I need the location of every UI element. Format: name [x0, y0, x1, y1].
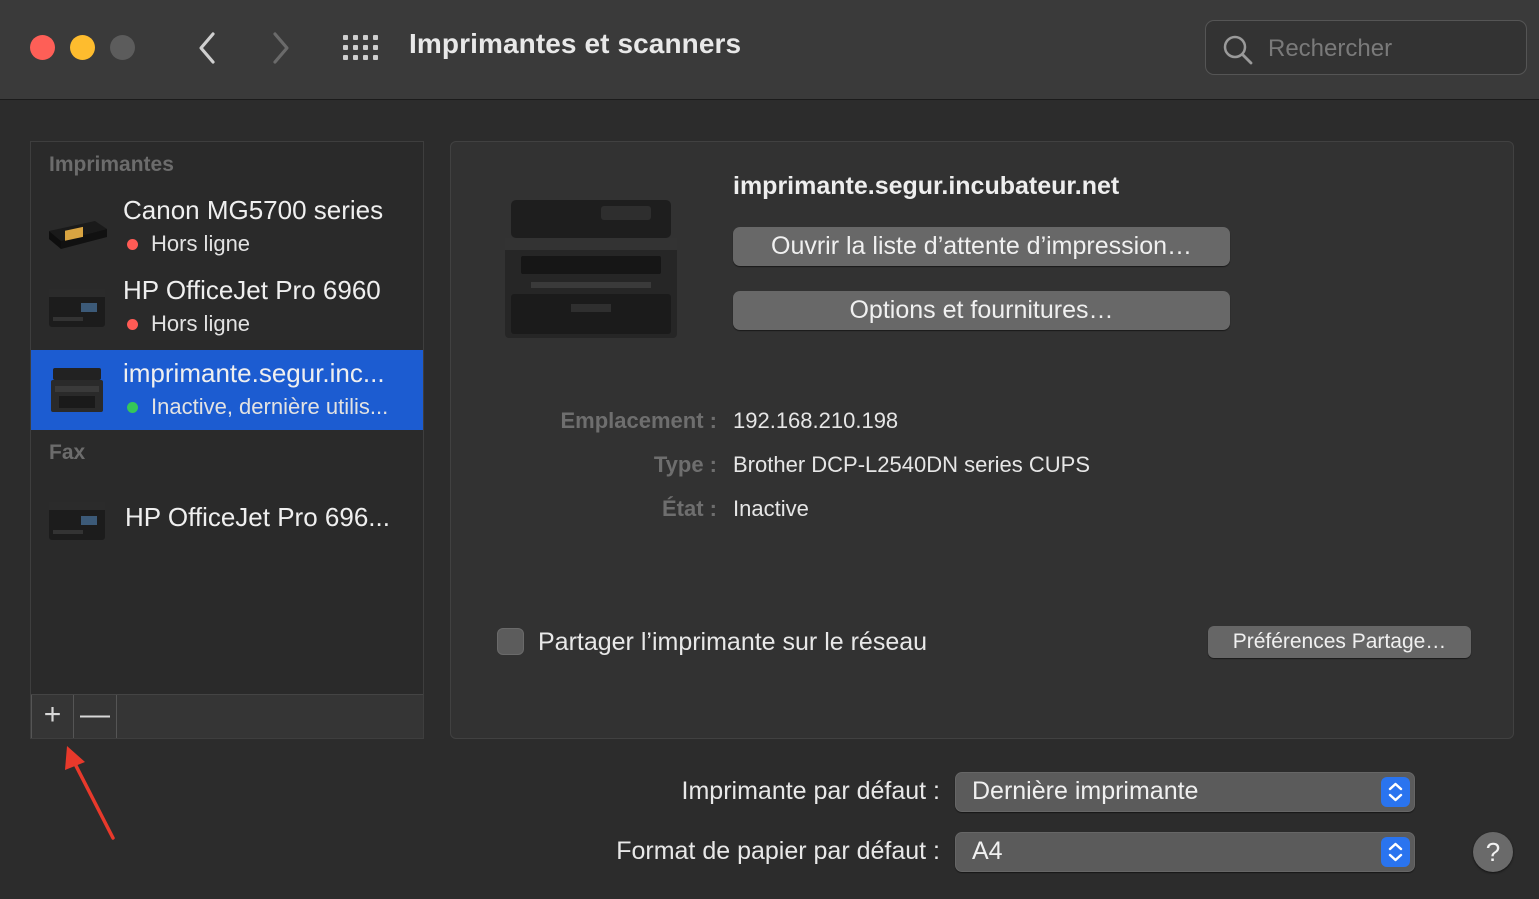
add-printer-button[interactable]: + [31, 695, 74, 738]
chevron-up-down-icon [1388, 782, 1403, 802]
chevron-up-down-icon [1388, 842, 1403, 862]
printer-list-item[interactable]: Canon MG5700 series Hors ligne [31, 187, 423, 267]
sidebar-toolbar: + — [31, 694, 423, 738]
fax-list-item[interactable]: HP OfficeJet Pro 696... [31, 480, 423, 560]
printer-list-sidebar: Imprimantes Canon MG5700 series Hors lig… [30, 141, 424, 739]
printer-status: Hors ligne [151, 311, 251, 336]
printer-detail-panel: imprimante.segur.incubateur.net Ouvrir l… [450, 141, 1514, 739]
printer-title: imprimante.segur.incubateur.net [733, 172, 1120, 200]
options-supplies-button[interactable]: Options et fournitures… [733, 291, 1230, 330]
default-printer-value: Dernière imprimante [972, 777, 1199, 805]
printer-image [505, 200, 677, 338]
status-offline-icon [127, 239, 138, 250]
printer-name: imprimante.segur.inc... [123, 358, 385, 388]
printer-status: Inactive, dernière utilis... [151, 394, 389, 419]
default-paper-popup[interactable]: A4 [955, 832, 1415, 872]
chevron-right-icon [273, 32, 289, 64]
state-label: État : [662, 496, 717, 521]
grid-icon [343, 35, 378, 60]
popup-stepper [1381, 777, 1410, 807]
default-paper-label: Format de papier par défaut : [616, 837, 940, 865]
fax-section-header: Fax [49, 441, 86, 464]
location-label: Emplacement : [560, 408, 718, 433]
search-field[interactable] [1205, 20, 1527, 75]
share-printer-label[interactable]: Partager l’imprimante sur le réseau [538, 628, 927, 657]
minimize-window-button[interactable] [70, 35, 95, 60]
zoom-window-button[interactable] [110, 35, 135, 60]
open-print-queue-button[interactable]: Ouvrir la liste d’attente d’impression… [733, 227, 1230, 266]
state-value: Inactive [733, 496, 809, 521]
printer-list-item[interactable]: HP OfficeJet Pro 6960 Hors ligne [31, 267, 423, 347]
search-icon [1223, 35, 1253, 65]
printer-name: Canon MG5700 series [123, 195, 384, 225]
printer-name: HP OfficeJet Pro 6960 [123, 275, 381, 305]
printer-icon [49, 289, 105, 327]
remove-printer-button[interactable]: — [74, 695, 117, 738]
sharing-preferences-button[interactable]: Préférences Partage… [1208, 626, 1471, 658]
window-title: Imprimantes et scanners [409, 28, 742, 59]
fax-printer-icon [49, 502, 105, 540]
title-bar: Imprimantes et scanners [0, 0, 1539, 100]
back-button[interactable] [189, 28, 225, 68]
laser-printer-icon [51, 368, 103, 412]
default-paper-value: A4 [972, 837, 1003, 865]
printers-section-header: Imprimantes [49, 153, 174, 176]
status-offline-icon [127, 319, 138, 330]
type-value: Brother DCP-L2540DN series CUPS [733, 452, 1091, 477]
printer-status: Hors ligne [151, 231, 251, 256]
status-idle-icon [127, 402, 138, 413]
inkjet-printer-icon [49, 221, 107, 249]
location-value: 192.168.210.198 [733, 408, 899, 433]
show-all-button[interactable] [342, 33, 382, 63]
popup-stepper [1381, 837, 1410, 867]
annotation-arrow-icon [65, 746, 115, 840]
fax-name: HP OfficeJet Pro 696... [125, 502, 390, 532]
printer-list-item-selected[interactable]: imprimante.segur.inc... Inactive, derniè… [31, 350, 423, 430]
search-input[interactable] [1266, 31, 1520, 67]
chevron-left-icon [199, 32, 215, 64]
default-printer-popup[interactable]: Dernière imprimante [955, 772, 1415, 812]
close-window-button[interactable] [30, 35, 55, 60]
share-printer-checkbox[interactable] [497, 628, 524, 655]
forward-button[interactable] [263, 28, 299, 68]
help-button[interactable]: ? [1473, 832, 1513, 872]
type-label: Type : [653, 452, 717, 477]
default-printer-label: Imprimante par défaut : [681, 777, 940, 805]
